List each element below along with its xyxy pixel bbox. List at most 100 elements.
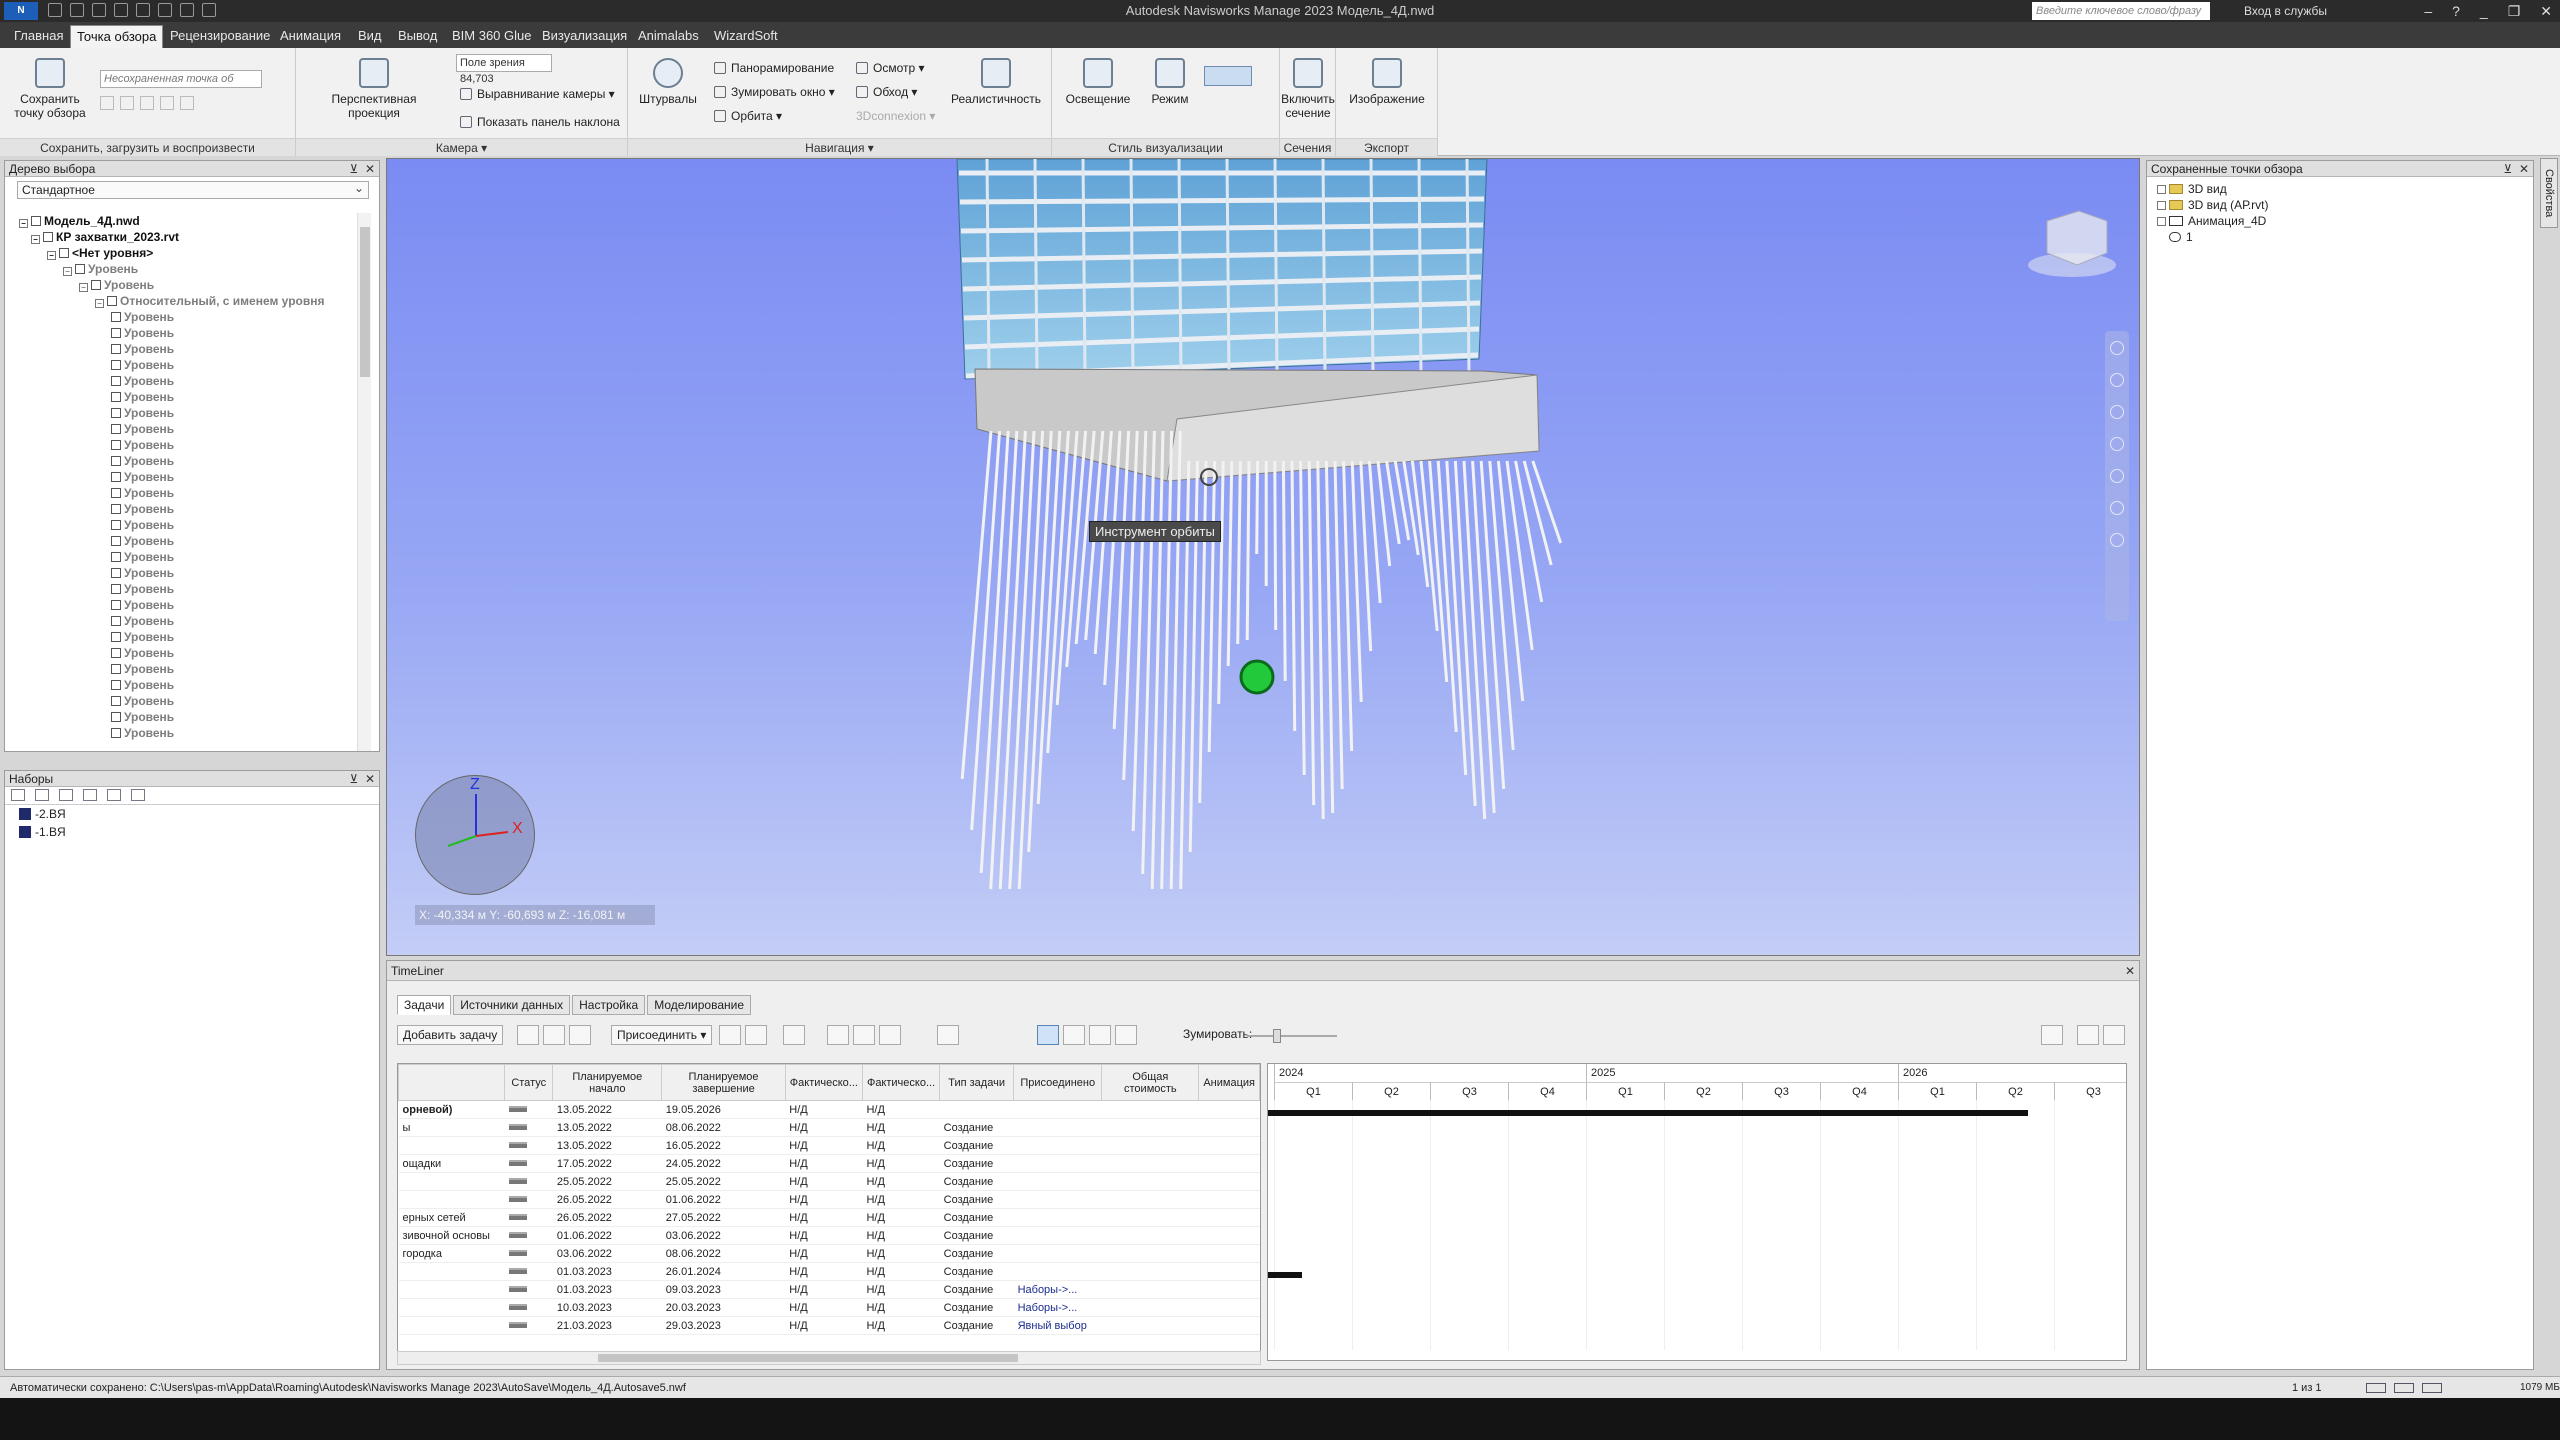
tree-node-level[interactable]: Уровень [19,485,359,501]
save-viewpoint-button[interactable]: Сохранить точку обзора [10,58,90,120]
zoom-window-button[interactable]: Зумировать окно ▾ [714,84,835,100]
new-file-icon[interactable] [48,3,62,17]
column-header[interactable]: Планируемое завершение [661,1064,786,1101]
pan-nav-icon[interactable] [2110,373,2124,387]
view-mode-2-icon[interactable] [1063,1025,1085,1045]
play-back-icon[interactable] [120,96,134,110]
show-tilt-button[interactable]: Показать панель наклона [460,114,620,130]
gantt-summary-bar[interactable] [1268,1110,2028,1116]
table-row[interactable]: 13.05.2022 16.05.2022 Н/Д Н/Д Создание [398,1136,1260,1155]
select-nav-icon[interactable] [2110,533,2124,547]
save-search-icon[interactable] [35,789,49,801]
tree-node-level[interactable]: Уровень [19,597,359,613]
tree-node-root[interactable]: − Модель_4Д.nwd [19,213,359,229]
wheel-nav-icon[interactable] [2110,341,2124,355]
orbit-button[interactable]: Орбита ▾ [714,108,782,124]
search-input[interactable]: Введите ключевое слово/фразу [2032,2,2210,20]
tree-node-level[interactable]: Уровень [19,357,359,373]
column-header[interactable]: Планируемое начало [552,1064,663,1101]
tab-configure[interactable]: Настройка [572,995,646,1015]
tree-node-level[interactable]: Уровень [19,501,359,517]
pin-icon[interactable]: ⊻ [349,162,358,176]
tab-simulate[interactable]: Моделирование [647,995,751,1015]
select-icon[interactable] [202,3,216,17]
look-nav-icon[interactable] [2110,469,2124,483]
auto-add-icon[interactable] [517,1025,539,1045]
tree-node-level[interactable]: Уровень [19,437,359,453]
redo-icon[interactable] [158,3,172,17]
table-row[interactable]: ощадки 17.05.2022 24.05.2022 Н/Д Н/Д Создание [398,1154,1260,1173]
pin-icon[interactable]: ⊻ [349,772,358,786]
gantt-task-bar[interactable] [1268,1272,1302,1278]
add-comment-icon[interactable] [879,1025,901,1045]
table-row[interactable]: 01.03.2023 09.03.2023 Н/Д Н/Д Создание Наборы… [398,1280,1260,1299]
delete-task-icon[interactable] [569,1025,591,1045]
properties-side-tab[interactable]: Свойства [2540,158,2558,228]
walk-nav-icon[interactable] [2110,501,2124,515]
attach-button[interactable]: Присоединить ▾ [611,1025,713,1045]
tab-view[interactable]: Вид [352,25,388,48]
close-icon[interactable]: ✕ [365,162,375,176]
tab-animalabs[interactable]: Animalabs [632,25,705,48]
tree-node-level[interactable]: Уровень [19,613,359,629]
filter-tasks-icon[interactable] [2041,1025,2063,1045]
column-header[interactable]: Статус [504,1064,554,1101]
tree-node-level[interactable]: Уровень [19,373,359,389]
tab-visualization[interactable]: Визуализация [536,25,633,48]
reset-icon[interactable] [745,1025,767,1045]
columns-icon[interactable] [937,1025,959,1045]
tree-node-level-b[interactable]: − Уровень [19,277,359,293]
view-mode-4-icon[interactable] [1115,1025,1137,1045]
tree-node-level[interactable]: Уровень [19,421,359,437]
tree-scrollbar[interactable] [357,213,371,751]
print-icon[interactable] [114,3,128,17]
table-row[interactable]: 26.05.2022 01.06.2022 Н/Д Н/Д Создание [398,1190,1260,1209]
timeliner-close-icon[interactable]: ✕ [2125,961,2135,981]
collapse-icon[interactable]: − [95,299,104,308]
minimize-window-icon[interactable]: _ [2480,0,2488,22]
column-header[interactable]: Фактическо... [861,1064,941,1101]
delete-icon[interactable] [131,789,145,801]
export-sets-icon[interactable] [2103,1025,2125,1045]
collapse-icon[interactable]: − [79,283,88,292]
table-row[interactable]: ы 13.05.2022 08.06.2022 Н/Д Н/Д Создание [398,1118,1260,1137]
tree-node-level[interactable]: Уровень [19,565,359,581]
restore-window-icon[interactable]: ❐ [2508,0,2521,22]
column-header[interactable]: Тип задачи [939,1064,1015,1101]
tab-review[interactable]: Рецензирование [164,25,276,48]
tree-node-level[interactable]: Уровень [19,389,359,405]
pin-icon[interactable]: ⊻ [2503,162,2512,176]
tab-data-sources[interactable]: Источники данных [453,995,571,1015]
tree-node-level[interactable]: Уровень [19,629,359,645]
tab-home[interactable]: Главная [8,25,69,48]
tree-node-level[interactable]: Уровень [19,645,359,661]
enable-section-button[interactable]: Включить сечение [1280,58,1336,120]
perspective-button[interactable]: Перспективная проекция [306,58,442,120]
building-model[interactable] [387,159,2140,956]
orbit-nav-icon[interactable] [2110,437,2124,451]
login-link[interactable]: Вход в службы [2244,0,2327,22]
sheet-browser-icon[interactable] [2366,1383,2386,1393]
play-first-icon[interactable] [100,96,114,110]
expand-icon[interactable] [2157,201,2166,210]
field-of-view-input[interactable]: Поле зрения 84,703 [456,54,552,85]
tree-node-level[interactable]: Уровень [19,325,359,341]
app-logo[interactable]: N [4,2,38,20]
collapse-icon[interactable]: − [31,235,40,244]
column-header[interactable]: Анимация [1198,1064,1260,1101]
help-icon[interactable]: ? [2452,0,2460,22]
walk-button[interactable]: Обход ▾ [856,84,917,100]
zoom-nav-icon[interactable] [2110,405,2124,419]
expand-icon[interactable] [2157,217,2166,226]
gantt-chart[interactable]: 2024 2025 2026 Q1 Q2 Q3 Q4 Q1 Q2 Q3 Q4 Q1 Q2 Q3 [1267,1063,2127,1361]
column-header[interactable]: Общая стоимость [1101,1064,1200,1101]
scroll-thumb[interactable] [360,227,370,377]
table-row[interactable]: городка 03.06.2022 08.06.2022 Н/Д Н/Д Создани… [398,1244,1260,1263]
table-row[interactable]: 10.03.2023 20.03.2023 Н/Д Н/Д Создание Наборы… [398,1298,1260,1317]
tree-node-relative[interactable]: − Относительный, с именем уровня [19,293,359,309]
tree-node-level[interactable]: Уровень [19,581,359,597]
auto-attach-icon[interactable] [719,1025,741,1045]
close-icon[interactable]: ✕ [365,772,375,786]
duplicate-icon[interactable] [83,789,97,801]
tab-output[interactable]: Вывод [392,25,443,48]
